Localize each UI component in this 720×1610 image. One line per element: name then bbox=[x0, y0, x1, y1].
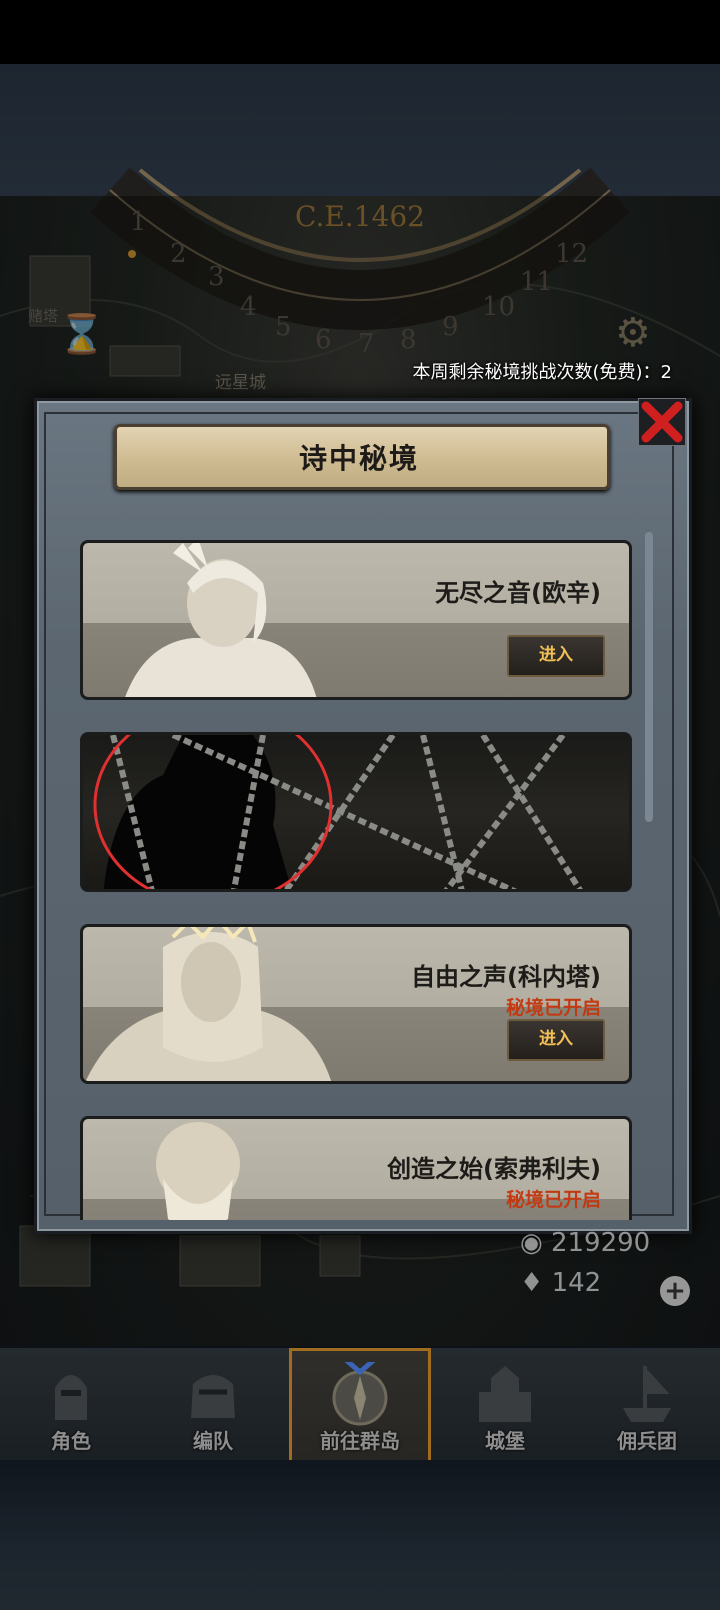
weekly-challenge-count: 本周剩余秘境挑战次数(免费)：2 bbox=[412, 362, 673, 383]
nav-label: 前往群岛 bbox=[320, 1429, 400, 1453]
nav-label: 城堡 bbox=[485, 1429, 525, 1453]
realm-card-sofriff[interactable]: 创造之始(索弗利夫) 秘境已开启 bbox=[80, 1116, 632, 1220]
realm-portrait bbox=[156, 1122, 240, 1220]
nav-item-formation[interactable]: 编队 bbox=[142, 1348, 284, 1460]
nav-label: 佣兵团 bbox=[617, 1429, 677, 1453]
realm-name: 自由之声(科内塔) bbox=[411, 963, 601, 991]
nav-item-islands[interactable]: 前往群岛 bbox=[289, 1348, 431, 1460]
realm-portrait bbox=[125, 543, 317, 697]
realm-portrait bbox=[85, 927, 332, 1081]
annotation-circle bbox=[93, 735, 333, 889]
gem-counter: ♦ 142 bbox=[520, 1268, 601, 1298]
nav-label: 编队 bbox=[193, 1429, 233, 1453]
coin-value: 219290 bbox=[550, 1228, 651, 1258]
coin-icon: ◉ bbox=[520, 1228, 543, 1258]
realm-card-locked bbox=[80, 732, 632, 892]
nav-item-mercenary[interactable]: 佣兵团 bbox=[576, 1348, 718, 1460]
realm-card-conneta[interactable]: 自由之声(科内塔) 秘境已开启 进入 bbox=[80, 924, 632, 1084]
realm-card-oxin[interactable]: 无尽之音(欧辛) 进入 bbox=[80, 540, 632, 700]
ship-icon bbox=[623, 1364, 671, 1422]
realm-name: 无尽之音(欧辛) bbox=[435, 579, 601, 607]
gem-icon: ♦ bbox=[520, 1268, 544, 1298]
castle-icon bbox=[479, 1366, 531, 1422]
realm-name: 创造之始(索弗利夫) bbox=[387, 1155, 601, 1183]
add-button[interactable]: + bbox=[660, 1276, 690, 1306]
nav-label: 角色 bbox=[51, 1429, 91, 1453]
compass-icon bbox=[332, 1362, 388, 1426]
gem-value: 142 bbox=[551, 1268, 602, 1298]
coin-counter: ◉ 219290 bbox=[520, 1228, 650, 1258]
formation-helmet-icon bbox=[191, 1375, 235, 1418]
nav-item-character[interactable]: 角色 bbox=[0, 1348, 142, 1460]
enter-button[interactable]: 进入 bbox=[507, 635, 605, 677]
scrollbar[interactable] bbox=[645, 532, 653, 822]
knight-helmet-icon bbox=[55, 1375, 87, 1420]
status-bar bbox=[0, 0, 720, 64]
realm-status: 秘境已开启 bbox=[505, 1189, 601, 1211]
realm-status: 秘境已开启 bbox=[505, 997, 601, 1019]
background-lower bbox=[0, 1460, 720, 1610]
nav-item-castle[interactable]: 城堡 bbox=[434, 1348, 576, 1460]
realm-list[interactable]: 无尽之音(欧辛) 进入 自由之声(科内塔) 秘境已开启 进入 创造之始(索弗利夫… bbox=[80, 540, 632, 1220]
close-button[interactable] bbox=[638, 398, 686, 446]
panel-title: 诗中秘境 bbox=[298, 442, 419, 475]
enter-button[interactable]: 进入 bbox=[507, 1019, 605, 1061]
